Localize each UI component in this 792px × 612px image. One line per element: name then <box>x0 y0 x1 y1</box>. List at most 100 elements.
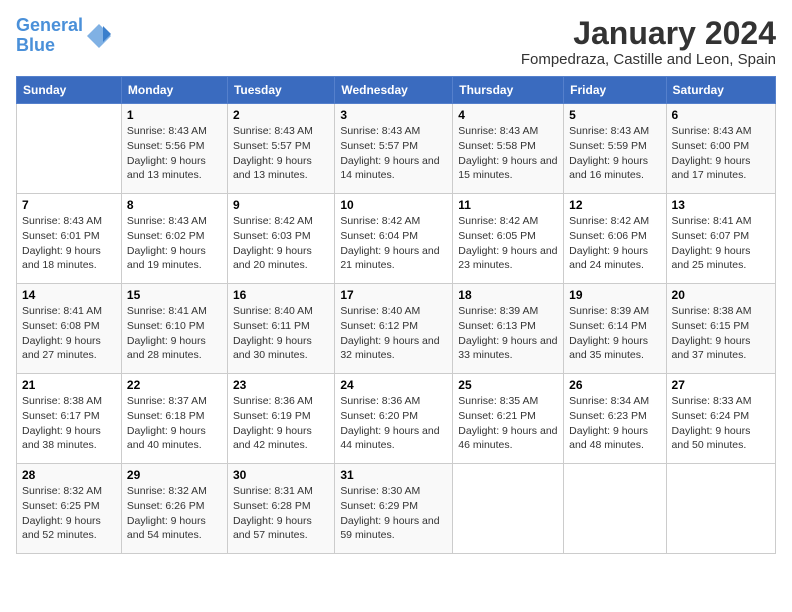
calendar-cell: 20 Sunrise: 8:38 AMSunset: 6:15 PMDayligh… <box>666 284 775 374</box>
cell-details: Sunrise: 8:42 AMSunset: 6:06 PMDaylight:… <box>569 215 649 271</box>
calendar-cell: 10Sunrise: 8:42 AMSunset: 6:04 PMDayligh… <box>335 194 453 284</box>
cell-details: Sunrise: 8:30 AMSunset: 6:29 PMDaylight:… <box>340 485 439 541</box>
cell-details: Sunrise: 8:42 AMSunset: 6:03 PMDaylight:… <box>233 215 313 271</box>
day-number: 23 <box>233 378 329 392</box>
cell-details: Sunrise: 8:43 AMSunset: 5:57 PMDaylight:… <box>233 125 313 181</box>
cell-details: Sunrise: 8:38 AMSunset: 6:17 PMDaylight:… <box>22 395 102 451</box>
calendar-cell: 28 Sunrise: 8:32 AMSunset: 6:25 PMDayligh… <box>17 464 122 554</box>
cell-details: Sunrise: 8:40 AMSunset: 6:11 PMDaylight:… <box>233 305 313 361</box>
header-monday: Monday <box>121 77 227 104</box>
day-number: 29 <box>127 468 222 482</box>
day-number: 15 <box>127 288 222 302</box>
calendar-title: January 2024 <box>521 16 776 51</box>
calendar-cell: 6Sunrise: 8:43 AMSunset: 6:00 PMDaylight… <box>666 104 775 194</box>
day-number: 27 <box>672 378 770 392</box>
week-row-4: 21 Sunrise: 8:38 AMSunset: 6:17 PMDayligh… <box>17 374 776 464</box>
day-number: 18 <box>458 288 558 302</box>
day-number: 8 <box>127 198 222 212</box>
header-tuesday: Tuesday <box>227 77 334 104</box>
day-number: 13 <box>672 198 770 212</box>
cell-details: Sunrise: 8:40 AMSunset: 6:12 PMDaylight:… <box>340 305 439 361</box>
cell-details: Sunrise: 8:41 AMSunset: 6:10 PMDaylight:… <box>127 305 207 361</box>
calendar-cell: 24Sunrise: 8:36 AMSunset: 6:20 PMDayligh… <box>335 374 453 464</box>
cell-details: Sunrise: 8:43 AMSunset: 5:59 PMDaylight:… <box>569 125 649 181</box>
header-saturday: Saturday <box>666 77 775 104</box>
calendar-cell: 18 Sunrise: 8:39 AMSunset: 6:13 PMDayligh… <box>453 284 564 374</box>
day-number: 10 <box>340 198 447 212</box>
day-number: 2 <box>233 108 329 122</box>
calendar-cell <box>564 464 666 554</box>
calendar-cell: 21 Sunrise: 8:38 AMSunset: 6:17 PMDayligh… <box>17 374 122 464</box>
week-row-1: 1 Sunrise: 8:43 AMSunset: 5:56 PMDaylight… <box>17 104 776 194</box>
day-number: 7 <box>22 198 116 212</box>
calendar-header-row: SundayMondayTuesdayWednesdayThursdayFrid… <box>17 77 776 104</box>
calendar-cell: 29 Sunrise: 8:32 AMSunset: 6:26 PMDayligh… <box>121 464 227 554</box>
day-number: 20 <box>672 288 770 302</box>
day-number: 3 <box>340 108 447 122</box>
calendar-cell: 31Sunrise: 8:30 AMSunset: 6:29 PMDayligh… <box>335 464 453 554</box>
day-number: 28 <box>22 468 116 482</box>
cell-details: Sunrise: 8:42 AMSunset: 6:05 PMDaylight:… <box>458 215 557 271</box>
day-number: 21 <box>22 378 116 392</box>
day-number: 1 <box>127 108 222 122</box>
day-number: 19 <box>569 288 660 302</box>
cell-details: Sunrise: 8:43 AMSunset: 6:01 PMDaylight:… <box>22 215 102 271</box>
page-header: General Blue January 2024 Fompedraza, Ca… <box>16 16 776 68</box>
calendar-cell: 26Sunrise: 8:34 AMSunset: 6:23 PMDayligh… <box>564 374 666 464</box>
calendar-cell: 23 Sunrise: 8:36 AMSunset: 6:19 PMDayligh… <box>227 374 334 464</box>
calendar-cell: 13Sunrise: 8:41 AMSunset: 6:07 PMDayligh… <box>666 194 775 284</box>
title-block: January 2024 Fompedraza, Castille and Le… <box>521 16 776 68</box>
cell-details: Sunrise: 8:39 AMSunset: 6:14 PMDaylight:… <box>569 305 649 361</box>
calendar-cell: 25Sunrise: 8:35 AMSunset: 6:21 PMDayligh… <box>453 374 564 464</box>
cell-details: Sunrise: 8:31 AMSunset: 6:28 PMDaylight:… <box>233 485 313 541</box>
cell-details: Sunrise: 8:36 AMSunset: 6:19 PMDaylight:… <box>233 395 313 451</box>
calendar-cell: 11Sunrise: 8:42 AMSunset: 6:05 PMDayligh… <box>453 194 564 284</box>
calendar-cell: 17 Sunrise: 8:40 AMSunset: 6:12 PMDayligh… <box>335 284 453 374</box>
calendar-cell: 15 Sunrise: 8:41 AMSunset: 6:10 PMDayligh… <box>121 284 227 374</box>
cell-details: Sunrise: 8:43 AMSunset: 5:58 PMDaylight:… <box>458 125 557 181</box>
calendar-cell: 7 Sunrise: 8:43 AMSunset: 6:01 PMDaylight… <box>17 194 122 284</box>
cell-details: Sunrise: 8:38 AMSunset: 6:15 PMDaylight:… <box>672 305 752 361</box>
header-sunday: Sunday <box>17 77 122 104</box>
cell-details: Sunrise: 8:35 AMSunset: 6:21 PMDaylight:… <box>458 395 557 451</box>
calendar-cell <box>17 104 122 194</box>
calendar-cell: 19 Sunrise: 8:39 AMSunset: 6:14 PMDayligh… <box>564 284 666 374</box>
logo-icon <box>85 22 113 50</box>
calendar-cell: 1 Sunrise: 8:43 AMSunset: 5:56 PMDaylight… <box>121 104 227 194</box>
day-number: 4 <box>458 108 558 122</box>
cell-details: Sunrise: 8:32 AMSunset: 6:26 PMDaylight:… <box>127 485 207 541</box>
week-row-2: 7 Sunrise: 8:43 AMSunset: 6:01 PMDaylight… <box>17 194 776 284</box>
day-number: 22 <box>127 378 222 392</box>
day-number: 14 <box>22 288 116 302</box>
calendar-cell: 5 Sunrise: 8:43 AMSunset: 5:59 PMDaylight… <box>564 104 666 194</box>
calendar-subtitle: Fompedraza, Castille and Leon, Spain <box>521 51 776 68</box>
cell-details: Sunrise: 8:37 AMSunset: 6:18 PMDaylight:… <box>127 395 207 451</box>
cell-details: Sunrise: 8:43 AMSunset: 5:56 PMDaylight:… <box>127 125 207 181</box>
logo-text-blue: Blue <box>16 36 83 56</box>
day-number: 5 <box>569 108 660 122</box>
day-number: 30 <box>233 468 329 482</box>
calendar-cell: 8 Sunrise: 8:43 AMSunset: 6:02 PMDaylight… <box>121 194 227 284</box>
header-thursday: Thursday <box>453 77 564 104</box>
week-row-5: 28 Sunrise: 8:32 AMSunset: 6:25 PMDayligh… <box>17 464 776 554</box>
week-row-3: 14Sunrise: 8:41 AMSunset: 6:08 PMDayligh… <box>17 284 776 374</box>
calendar-cell: 3Sunrise: 8:43 AMSunset: 5:57 PMDaylight… <box>335 104 453 194</box>
calendar-cell: 4 Sunrise: 8:43 AMSunset: 5:58 PMDaylight… <box>453 104 564 194</box>
cell-details: Sunrise: 8:43 AMSunset: 6:02 PMDaylight:… <box>127 215 207 271</box>
calendar-cell: 16Sunrise: 8:40 AMSunset: 6:11 PMDayligh… <box>227 284 334 374</box>
calendar-cell: 9 Sunrise: 8:42 AMSunset: 6:03 PMDaylight… <box>227 194 334 284</box>
calendar-cell: 2 Sunrise: 8:43 AMSunset: 5:57 PMDaylight… <box>227 104 334 194</box>
cell-details: Sunrise: 8:32 AMSunset: 6:25 PMDaylight:… <box>22 485 102 541</box>
calendar-cell: 12 Sunrise: 8:42 AMSunset: 6:06 PMDayligh… <box>564 194 666 284</box>
logo-text: General <box>16 16 83 36</box>
day-number: 9 <box>233 198 329 212</box>
calendar-cell <box>453 464 564 554</box>
cell-details: Sunrise: 8:39 AMSunset: 6:13 PMDaylight:… <box>458 305 557 361</box>
calendar-cell: 22 Sunrise: 8:37 AMSunset: 6:18 PMDayligh… <box>121 374 227 464</box>
day-number: 24 <box>340 378 447 392</box>
calendar-cell: 14Sunrise: 8:41 AMSunset: 6:08 PMDayligh… <box>17 284 122 374</box>
day-number: 12 <box>569 198 660 212</box>
day-number: 6 <box>672 108 770 122</box>
calendar-cell <box>666 464 775 554</box>
day-number: 17 <box>340 288 447 302</box>
